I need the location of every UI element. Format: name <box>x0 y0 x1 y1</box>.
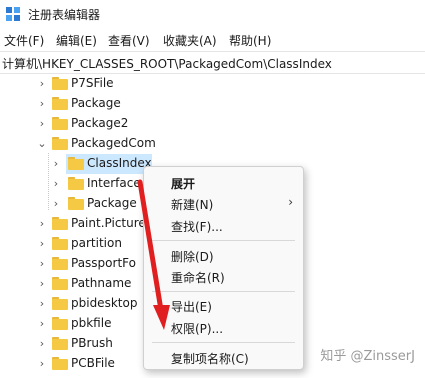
folder-icon <box>68 197 84 210</box>
tree-item-package2[interactable]: › Package2 <box>0 114 425 134</box>
menu-separator <box>152 342 295 343</box>
folder-icon <box>52 317 68 330</box>
menu-item-label: 展开 <box>171 177 196 191</box>
menu-item-rename[interactable]: 重命名(R) <box>144 266 303 286</box>
watermark: 知乎 @ZinsserJ <box>320 349 415 364</box>
chevron-right-icon[interactable]: › <box>50 157 62 171</box>
menu-item-label: 查找(F)... <box>171 220 223 234</box>
tree-item-label: pbkfile <box>71 316 112 330</box>
menu-item-permissions[interactable]: 权限(P)... <box>144 317 303 337</box>
menu-item-label: 复制项名称(C) <box>171 352 249 366</box>
tree-item-label: PassportFo <box>71 256 136 270</box>
menu-favorites[interactable]: 收藏夹(A) <box>163 32 217 49</box>
menu-separator <box>152 240 295 241</box>
folder-icon <box>52 77 68 90</box>
tree-item-label: PCBFile <box>71 356 115 370</box>
chevron-right-icon[interactable]: › <box>36 117 48 131</box>
menu-item-expand[interactable]: 展开 <box>144 172 303 192</box>
folder-icon <box>52 237 68 250</box>
tree-item-pcbfile[interactable]: › PCBFile <box>0 354 143 374</box>
title-bar: 注册表编辑器 <box>0 0 425 28</box>
folder-icon <box>52 297 68 310</box>
menu-edit[interactable]: 编辑(E) <box>56 32 97 49</box>
tree-item-p7sfile[interactable]: › P7SFile <box>0 74 425 94</box>
tree-item-partition[interactable]: › partition <box>0 234 143 254</box>
menu-separator <box>152 291 295 292</box>
tree-item-pbrush[interactable]: › PBrush <box>0 334 143 354</box>
tree-item-label: Interface <box>87 176 141 190</box>
menu-file[interactable]: 文件(F) <box>4 32 44 49</box>
tree-item-passportfo[interactable]: › PassportFo <box>0 254 143 274</box>
tree-item-label: Paint.Picture <box>71 216 143 230</box>
chevron-right-icon[interactable]: › <box>50 197 62 211</box>
folder-icon <box>68 177 84 190</box>
chevron-right-icon[interactable]: › <box>36 77 48 91</box>
menu-item-label: 新建(N) <box>171 198 214 212</box>
chevron-right-icon[interactable]: › <box>36 237 48 251</box>
tree-item-label: partition <box>71 236 122 250</box>
tree-item-pbidesktop[interactable]: › pbidesktop <box>0 294 143 314</box>
menu-help[interactable]: 帮助(H) <box>229 32 271 49</box>
tree-item-label: Package <box>87 196 137 210</box>
chevron-right-icon[interactable]: › <box>36 297 48 311</box>
menu-item-export[interactable]: 导出(E) <box>144 295 303 315</box>
folder-icon <box>68 157 84 170</box>
tree-item-label: PackagedCom <box>71 136 156 150</box>
menu-item-label: 导出(E) <box>171 300 212 314</box>
tree-item-label: PBrush <box>71 336 113 350</box>
folder-icon <box>52 117 68 130</box>
tree-item-pbkfile[interactable]: › pbkfile <box>0 314 143 334</box>
tree-item-interface[interactable]: › Interface <box>0 174 143 194</box>
menu-item-copy-key-name[interactable]: 复制项名称(C) <box>144 347 303 367</box>
menu-bar: 文件(F) 编辑(E) 查看(V) 收藏夹(A) 帮助(H) <box>0 30 425 50</box>
tree-item-pathname[interactable]: › Pathname <box>0 274 143 294</box>
tree-item-classindex[interactable]: ClassIndex <box>66 154 152 174</box>
chevron-right-icon[interactable]: › <box>36 257 48 271</box>
chevron-right-icon: › <box>288 195 293 209</box>
tree-item-label: ClassIndex <box>87 156 152 170</box>
folder-open-icon <box>52 137 68 150</box>
folder-icon <box>52 277 68 290</box>
chevron-right-icon[interactable]: › <box>36 277 48 291</box>
chevron-right-icon[interactable]: › <box>36 217 48 231</box>
folder-icon <box>52 257 68 270</box>
chevron-right-icon[interactable]: › <box>36 357 48 371</box>
tree-item-label: pbidesktop <box>71 296 138 310</box>
menu-item-label: 权限(P)... <box>171 322 224 336</box>
tree-item-label: Package2 <box>71 116 129 130</box>
tree-item-label: P7SFile <box>71 76 114 90</box>
folder-icon <box>52 97 68 110</box>
tree-item-paint-picture[interactable]: › Paint.Picture <box>0 214 143 234</box>
folder-icon <box>52 217 68 230</box>
folder-icon <box>52 337 68 350</box>
address-path[interactable]: 计算机\HKEY_CLASSES_ROOT\PackagedCom\ClassI… <box>2 55 332 72</box>
chevron-right-icon[interactable]: › <box>36 317 48 331</box>
menu-item-delete[interactable]: 删除(D) <box>144 245 303 265</box>
tree-item-label: Pathname <box>71 276 132 290</box>
chevron-right-icon[interactable]: › <box>50 177 62 191</box>
menu-item-label: 重命名(R) <box>171 271 225 285</box>
chevron-down-icon[interactable]: ⌄ <box>36 137 48 151</box>
tree-item-packagedcom[interactable]: ⌄ PackagedCom <box>0 134 425 154</box>
tree-item-label: Package <box>71 96 121 110</box>
context-menu: 展开 新建(N) › 查找(F)... 删除(D) 重命名(R) 导出(E) 权… <box>143 166 304 370</box>
tree-item-package[interactable]: › Package <box>0 94 425 114</box>
chevron-right-icon[interactable]: › <box>36 97 48 111</box>
folder-icon <box>52 357 68 370</box>
menu-item-label: 删除(D) <box>171 250 214 264</box>
regedit-app-icon <box>6 7 20 21</box>
menu-item-find[interactable]: 查找(F)... <box>144 215 303 235</box>
address-bar[interactable]: 计算机\HKEY_CLASSES_ROOT\PackagedCom\ClassI… <box>0 51 425 74</box>
chevron-right-icon[interactable]: › <box>36 337 48 351</box>
menu-view[interactable]: 查看(V) <box>108 32 150 49</box>
window-title: 注册表编辑器 <box>28 8 101 22</box>
menu-item-new[interactable]: 新建(N) › <box>144 193 303 213</box>
tree-item-package-child[interactable]: › Package <box>0 194 143 214</box>
